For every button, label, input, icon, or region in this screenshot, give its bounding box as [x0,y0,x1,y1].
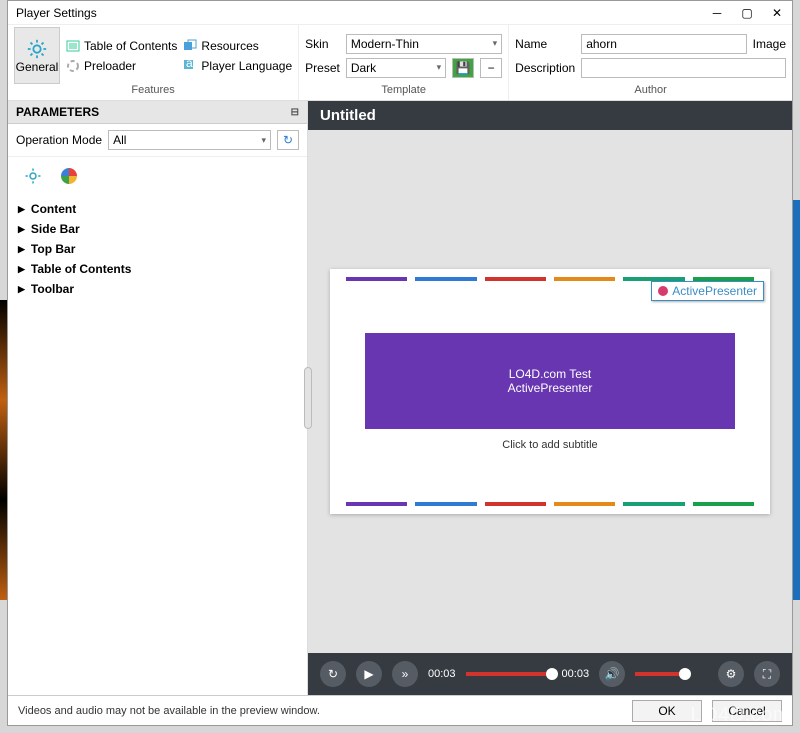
template-group-label: Template [305,84,502,98]
tree-topbar[interactable]: ▶Top Bar [18,239,297,259]
minimize-button[interactable]: ─ [710,6,724,20]
pin-icon[interactable]: ⊟ [291,107,299,118]
dialog-footer: Videos and audio may not be available in… [8,695,792,725]
author-group-label: Author [515,84,786,98]
player-language-button[interactable]: ab Player Language [183,59,292,73]
gear-icon [26,38,48,60]
save-preset-button[interactable]: 💾 [452,58,474,78]
name-label: Name [515,37,575,51]
preview-pane: Untitled ActivePresenter LO4D.com Test A… [308,101,792,695]
resources-icon [183,39,197,53]
fullscreen-button[interactable]: ⛶ [754,661,780,687]
parameters-header: PARAMETERS ⊟ [8,101,307,124]
close-button[interactable]: ✕ [770,6,784,20]
preset-select[interactable]: Dark▾ [346,58,446,78]
slide-subtitle[interactable]: Click to add subtitle [502,439,597,451]
image-label: Image [753,37,786,51]
volume-slider[interactable] [635,672,685,676]
player-settings-window: Player Settings ─ ▢ ✕ General Table of C… [7,0,793,726]
general-label: General [16,60,59,74]
forward-button[interactable]: » [392,661,418,687]
play-icon: ▶ [364,667,373,681]
spinner-icon [66,59,80,73]
progress-slider[interactable] [466,672,552,676]
language-icon: ab [183,59,197,73]
activepresenter-badge: ActivePresenter [651,281,764,301]
tree-toolbar[interactable]: ▶Toolbar [18,279,297,299]
gear-icon: ⚙ [726,667,737,681]
parameter-tree: ▶Content ▶Side Bar ▶Top Bar ▶Table of Co… [8,195,307,303]
skin-label: Skin [305,37,340,51]
triangle-right-icon: ▶ [18,284,25,295]
window-title: Player Settings [16,6,710,20]
triangle-right-icon: ▶ [18,204,25,215]
svg-text:ab: ab [186,59,197,70]
parameters-pane: PARAMETERS ⊟ Operation Mode All▾ ↻ ▶Cont… [8,101,308,695]
triangle-right-icon: ▶ [18,244,25,255]
time-total: 00:03 [562,668,590,680]
chevron-down-icon: ▾ [437,62,442,73]
chevron-down-icon: ▾ [493,38,498,49]
skin-select[interactable]: Modern-Thin▾ [346,34,502,54]
progress-knob[interactable] [546,668,558,680]
remove-preset-button[interactable]: − [480,58,502,78]
split-handle[interactable] [304,367,312,429]
tree-toc[interactable]: ▶Table of Contents [18,259,297,279]
refresh-icon: ↻ [283,133,293,147]
cancel-button[interactable]: Cancel [712,700,782,722]
description-label: Description [515,61,575,75]
expand-icon: ⛶ [763,667,771,682]
triangle-right-icon: ▶ [18,264,25,275]
operation-mode-select[interactable]: All▾ [108,130,271,150]
player-controls: ↻ ▶ » 00:03 00:03 🔊 ⚙ ⛶ [308,653,792,695]
disk-icon: 💾 [456,61,471,75]
maximize-button[interactable]: ▢ [740,6,754,20]
general-button[interactable]: General [14,27,60,84]
replay-button[interactable]: ↻ [320,661,346,687]
time-current: 00:03 [428,668,456,680]
toc-button[interactable]: Table of Contents [66,39,177,53]
ok-button[interactable]: OK [632,700,702,722]
preset-label: Preset [305,61,340,75]
volume-knob[interactable] [679,668,691,680]
speaker-icon: 🔊 [605,667,620,681]
preloader-button[interactable]: Preloader [66,59,177,73]
name-input[interactable] [581,34,746,54]
triangle-right-icon: ▶ [18,224,25,235]
settings-button[interactable]: ⚙ [718,661,744,687]
features-group-label: Features [14,84,292,98]
volume-button[interactable]: 🔊 [599,661,625,687]
slide: ActivePresenter LO4D.com Test ActivePres… [330,269,770,514]
tree-sidebar[interactable]: ▶Side Bar [18,219,297,239]
play-button[interactable]: ▶ [356,661,382,687]
tree-content[interactable]: ▶Content [18,199,297,219]
operation-mode-label: Operation Mode [16,133,102,147]
chevron-down-icon: ▾ [261,135,266,146]
list-icon [66,39,80,53]
footer-message: Videos and audio may not be available in… [18,705,622,717]
loop-icon: ↻ [328,667,338,681]
resources-button[interactable]: Resources [183,39,292,53]
ribbon: General Table of Contents Preloader [8,25,792,101]
titlebar: Player Settings ─ ▢ ✕ [8,1,792,25]
slide-title: LO4D.com Test ActivePresenter [365,333,735,429]
minus-icon: − [488,61,495,75]
badge-dot-icon [658,286,668,296]
preview-canvas: ActivePresenter LO4D.com Test ActivePres… [308,130,792,653]
color-wheel-icon[interactable] [60,167,78,185]
description-input[interactable] [581,58,786,78]
refresh-button[interactable]: ↻ [277,130,299,150]
preview-title: Untitled [308,101,792,130]
settings-gear-icon[interactable] [24,167,42,185]
fast-forward-icon: » [402,667,409,681]
